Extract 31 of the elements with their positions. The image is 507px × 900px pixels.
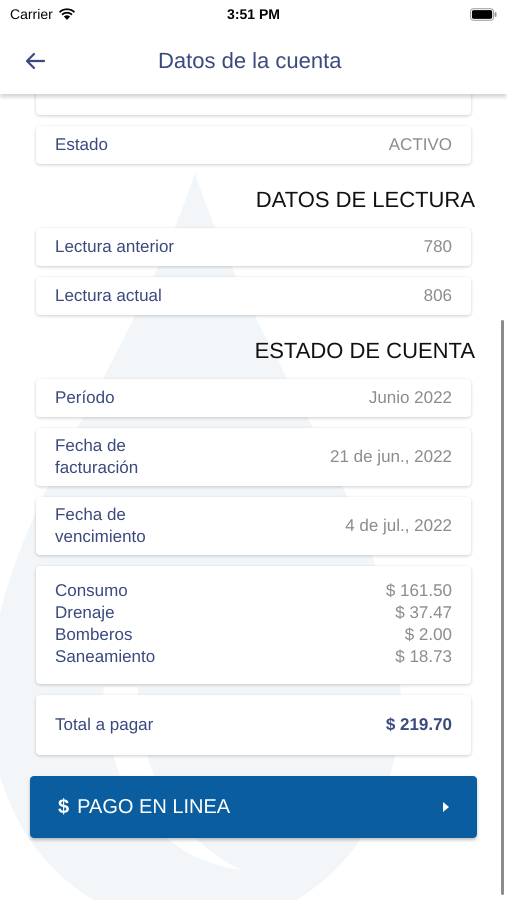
- charge-amount: $ 161.50: [386, 580, 452, 602]
- caret-icon: [443, 802, 449, 812]
- field-label: Total a pagar: [55, 714, 154, 736]
- wifi-icon: [58, 7, 76, 21]
- field-label: Estado: [55, 134, 108, 156]
- charge-amount: $ 2.00: [404, 624, 452, 646]
- field-label: Lectura actual: [55, 284, 162, 307]
- charge-amount: $ 37.47: [395, 602, 452, 624]
- battery-icon: [470, 8, 497, 20]
- charge-amount: $ 18.73: [395, 646, 452, 668]
- section-heading: ESTADO DE CUENTA: [254, 338, 475, 364]
- field-value: $ 219.70: [386, 715, 452, 736]
- field-label: Fecha de vencimiento: [55, 504, 147, 548]
- field-value: 806: [424, 286, 452, 306]
- charge-label: Consumo: [55, 580, 128, 602]
- field-value: ACTIVO: [388, 135, 452, 155]
- section-heading: DATOS DE LECTURA: [254, 187, 475, 213]
- charge-label: Drenaje: [55, 602, 115, 624]
- field-value: 4 de jul., 2022: [345, 516, 452, 536]
- charge-label: Bomberos: [55, 624, 132, 646]
- field-label: Fecha de facturación: [55, 435, 140, 480]
- clock-time: 3:51 PM: [227, 6, 280, 22]
- field-value: 780: [424, 237, 452, 257]
- field-value: Junio 2022: [368, 388, 452, 408]
- field-label: Período: [55, 386, 115, 409]
- field-value: 21 de jun., 2022: [330, 447, 452, 468]
- pay-online-button[interactable]: $ PAGO EN LINEA: [30, 776, 477, 838]
- carrier-name: Carrier: [10, 6, 53, 22]
- screen-title: Datos de la cuenta: [158, 48, 342, 74]
- field-label: Lectura anterior: [55, 236, 174, 258]
- charge-label: Saneamiento: [55, 646, 156, 668]
